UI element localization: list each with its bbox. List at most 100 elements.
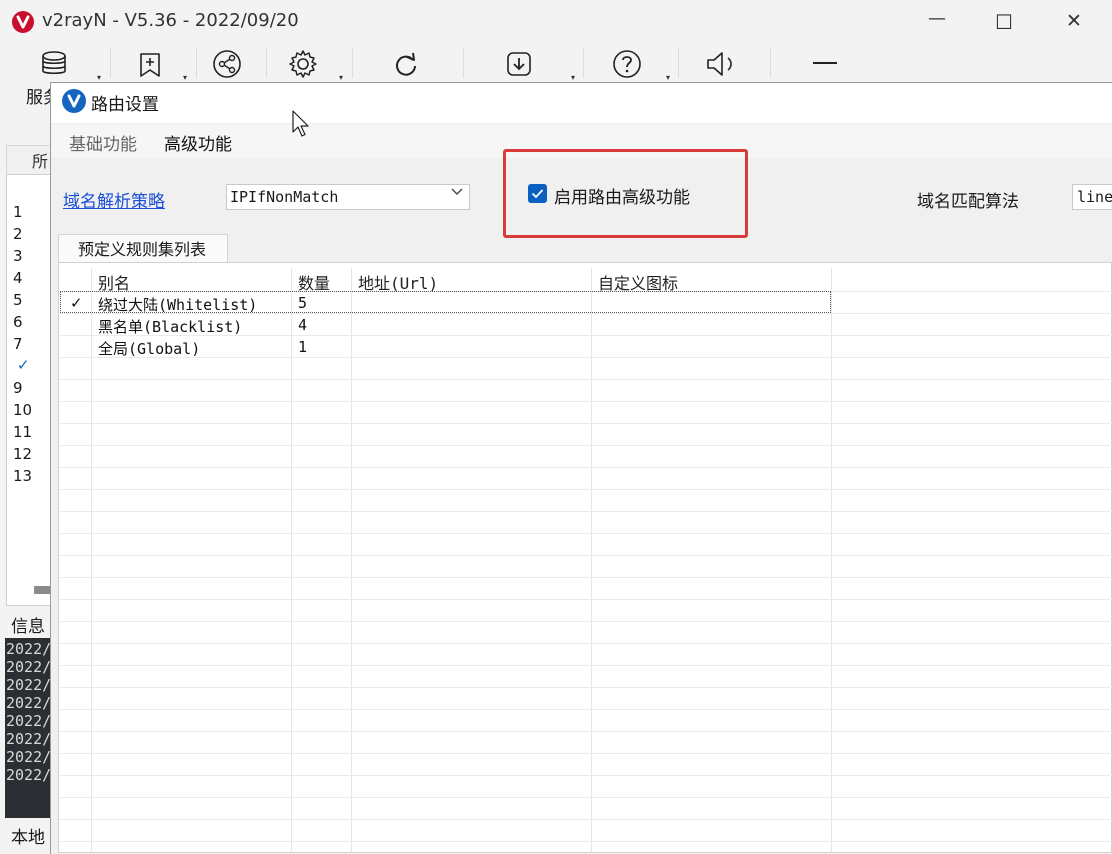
dialog-logo-icon <box>62 89 86 113</box>
table-cell-alias[interactable]: 全局(Global) <box>98 338 200 359</box>
toolbar-separator <box>583 48 584 78</box>
add-server-icon <box>140 53 160 77</box>
column-divider <box>831 268 832 853</box>
column-divider <box>351 268 352 853</box>
table-cell-alias[interactable]: 绕过大陆(Whitelist) <box>98 294 257 315</box>
table-cell-count[interactable]: 1 <box>298 338 307 356</box>
server-row-number: 9 <box>13 379 23 397</box>
toolbar-separator <box>266 48 267 78</box>
row-divider <box>60 753 1112 754</box>
help-dropdown-arrow[interactable]: ▾ <box>666 73 670 82</box>
row-divider <box>60 555 1112 556</box>
active-server-check-icon: ✓ <box>17 356 30 374</box>
row-check-icon: ✓ <box>70 294 83 312</box>
chevron-down-icon <box>451 188 463 195</box>
row-divider <box>60 687 1112 688</box>
row-divider <box>60 643 1112 644</box>
toolbar-separator <box>352 48 353 78</box>
servers-button[interactable] <box>28 44 88 80</box>
add-server-button[interactable] <box>128 44 178 80</box>
download-icon <box>507 52 531 76</box>
dialog-titlebar <box>51 83 1112 123</box>
log-line: 2022/ <box>6 748 52 766</box>
horizontal-scrollbar[interactable] <box>34 586 50 594</box>
ruleset-table[interactable] <box>58 262 1112 853</box>
server-row-number: 2 <box>13 225 23 243</box>
reload-button[interactable] <box>385 44 430 80</box>
row-divider <box>60 445 1112 446</box>
enable-advanced-routing-label[interactable]: 启用路由高级功能 <box>554 183 690 208</box>
server-row-number: 10 <box>13 401 33 419</box>
info-panel-label: 信息 <box>11 617 45 637</box>
toolbar-separator <box>463 48 464 78</box>
row-divider <box>60 665 1112 666</box>
refresh-icon <box>396 52 416 76</box>
promotion-button[interactable] <box>700 44 745 80</box>
table-cell-count[interactable]: 4 <box>298 316 307 334</box>
server-row-number: 4 <box>13 269 23 287</box>
dialog-title: 路由设置 <box>91 95 159 115</box>
row-divider <box>60 467 1112 468</box>
toolbar-separator <box>196 48 197 78</box>
row-divider <box>60 841 1112 842</box>
minimize-to-tray-button[interactable] <box>805 44 845 80</box>
row-divider <box>60 731 1112 732</box>
row-divider <box>60 819 1112 820</box>
settings-button[interactable] <box>282 44 332 80</box>
minimize-icon: — <box>928 8 946 29</box>
row-divider <box>60 489 1112 490</box>
database-icon <box>42 51 66 75</box>
update-button[interactable] <box>498 44 543 80</box>
server-group-tab-label: 所 <box>32 152 49 171</box>
close-icon: ✕ <box>1066 10 1082 32</box>
server-row-number: 5 <box>13 291 23 309</box>
log-line: 2022/ <box>6 766 52 784</box>
domain-matcher-value: line <box>1077 188 1112 206</box>
row-divider <box>60 357 1112 358</box>
toolbar-separator <box>110 48 111 78</box>
row-divider <box>60 379 1112 380</box>
update-dropdown-arrow[interactable]: ▾ <box>571 73 575 82</box>
tab-basic-functions[interactable]: 基础功能 <box>69 130 137 155</box>
server-row-number: 12 <box>13 445 33 463</box>
log-line: 2022/ <box>6 640 52 658</box>
minimize-dash-icon <box>813 62 837 64</box>
tab-advanced-functions[interactable]: 高级功能 <box>164 130 232 155</box>
v2rayn-logo-icon <box>12 11 34 33</box>
column-divider <box>91 268 92 853</box>
share-button[interactable] <box>205 44 253 80</box>
row-divider <box>60 401 1112 402</box>
domain-strategy-value: IPIfNonMatch <box>230 188 339 206</box>
servers-dropdown-arrow[interactable]: ▾ <box>97 73 101 82</box>
checkmark-icon <box>531 189 544 199</box>
server-row-number: 3 <box>13 247 23 265</box>
table-cell-alias[interactable]: 黑名单(Blacklist) <box>98 316 242 337</box>
status-bar-label: 本地 <box>11 828 45 848</box>
settings-icon <box>289 50 317 78</box>
help-button[interactable] <box>606 44 651 80</box>
domain-strategy-link[interactable]: 域名解析策略 <box>63 187 165 212</box>
server-row-number: 7 <box>13 335 23 353</box>
table-cell-count[interactable]: 5 <box>298 294 307 312</box>
add-server-dropdown-arrow[interactable]: ▾ <box>183 73 187 82</box>
minimize-button[interactable]: — <box>908 0 964 44</box>
mouse-pointer-icon <box>292 110 309 137</box>
window-title: v2rayN - V5.36 - 2022/09/20 <box>42 10 299 31</box>
server-row-number: 13 <box>13 467 33 485</box>
row-divider <box>60 797 1112 798</box>
row-divider <box>60 533 1112 534</box>
domain-matcher-label: 域名匹配算法 <box>917 192 1019 212</box>
toolbar-separator <box>770 48 771 78</box>
log-line: 2022/ <box>6 712 52 730</box>
close-button[interactable]: ✕ <box>1048 0 1104 44</box>
enable-advanced-routing-checkbox[interactable] <box>528 184 547 203</box>
server-row-number: 1 <box>13 203 23 221</box>
ruleset-list-tab-label: 预定义规则集列表 <box>78 240 207 259</box>
row-divider <box>60 709 1112 710</box>
log-line: 2022/ <box>6 658 52 676</box>
server-row-number: 6 <box>13 313 23 331</box>
maximize-button[interactable]: ☐ <box>977 0 1033 44</box>
maximize-icon: ☐ <box>995 10 1013 34</box>
settings-dropdown-arrow[interactable]: ▾ <box>339 73 343 82</box>
row-divider <box>60 511 1112 512</box>
